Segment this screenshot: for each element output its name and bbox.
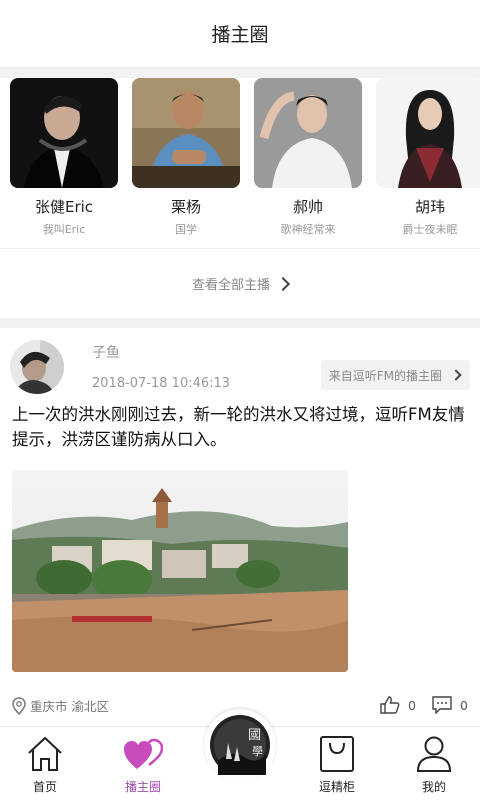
tab-label: 我的 bbox=[421, 780, 446, 794]
hosts-carousel[interactable]: 张健Eric 我叫Eric 栗杨 国学 郝帅 歌神经常来 胡玮 爵士夜未眠 bbox=[0, 78, 480, 238]
host-desc: 歌神经常来 bbox=[280, 223, 336, 236]
tab-profile[interactable]: 我的 bbox=[394, 727, 474, 800]
divider bbox=[0, 318, 480, 328]
shopping-bag-icon bbox=[320, 736, 354, 772]
svg-text:學: 學 bbox=[252, 745, 263, 758]
host-photo bbox=[10, 78, 118, 188]
comment-count: 0 bbox=[460, 697, 468, 713]
author-name[interactable]: 子鱼 bbox=[92, 342, 120, 362]
post-text: 上一次的洪水刚刚过去，新一轮的洪水又将过境，逗听FM友情提示，洪涝区谨防病从口入… bbox=[12, 405, 465, 449]
tab-label: 首页 bbox=[32, 780, 57, 794]
hearts-icon bbox=[124, 738, 163, 769]
view-all-hosts-button[interactable]: 查看全部主播 bbox=[0, 248, 480, 318]
person-icon bbox=[416, 736, 452, 772]
tab-home[interactable]: 首页 bbox=[5, 727, 85, 800]
tab-shop[interactable]: 逗精柜 bbox=[297, 727, 377, 800]
home-icon bbox=[28, 736, 62, 771]
chevron-right-icon bbox=[450, 369, 462, 381]
host-desc: 爵士夜未眠 bbox=[402, 223, 458, 236]
source-label: 来自逗听FM的播主圈 bbox=[328, 368, 442, 383]
post-timestamp: 2018-07-18 10:46:13 bbox=[92, 376, 231, 391]
host-name: 胡玮 bbox=[414, 198, 445, 216]
host-desc: 我叫Eric bbox=[42, 223, 86, 236]
divider bbox=[0, 68, 480, 78]
chevron-right-icon bbox=[275, 276, 291, 291]
host-card[interactable]: 张健Eric 我叫Eric bbox=[10, 78, 118, 237]
bottom-tab-bar: 首页 播主圈 國 學 逗精柜 我的 bbox=[0, 709, 480, 800]
tab-host-circle[interactable]: 播主圈 bbox=[103, 727, 183, 800]
app-header: 播主圈 bbox=[0, 0, 480, 68]
thumbs-up-icon bbox=[380, 696, 400, 714]
post-image[interactable] bbox=[12, 470, 348, 672]
guoxue-logo-icon: 國 學 bbox=[210, 715, 270, 775]
comment-button[interactable]: 0 bbox=[432, 696, 468, 714]
tab-label: 播主圈 bbox=[124, 780, 161, 794]
location-label: 重庆市 渝北区 bbox=[30, 699, 109, 714]
host-photo bbox=[376, 78, 480, 188]
author-avatar[interactable] bbox=[10, 340, 64, 394]
view-all-label: 查看全部主播 bbox=[191, 278, 270, 293]
like-count: 0 bbox=[408, 697, 416, 713]
host-desc: 国学 bbox=[175, 223, 197, 236]
host-card[interactable]: 胡玮 爵士夜未眠 bbox=[376, 78, 480, 237]
host-photo bbox=[254, 78, 362, 188]
host-card[interactable]: 郝帅 歌神经常来 bbox=[254, 78, 362, 237]
post-source-button[interactable]: 来自逗听FM的播主圈 bbox=[320, 360, 470, 390]
host-name: 栗杨 bbox=[170, 198, 201, 216]
post-location[interactable]: 重庆市 渝北区 bbox=[12, 696, 109, 715]
host-name: 张健Eric bbox=[34, 198, 94, 216]
guoxue-center-button[interactable]: 國 學 bbox=[204, 709, 276, 781]
host-photo bbox=[132, 78, 240, 188]
like-button[interactable]: 0 bbox=[380, 696, 416, 714]
svg-text:國: 國 bbox=[248, 728, 261, 743]
host-name: 郝帅 bbox=[292, 198, 323, 216]
host-card[interactable]: 栗杨 国学 bbox=[132, 78, 240, 237]
location-pin-icon bbox=[12, 696, 26, 715]
tab-label: 逗精柜 bbox=[318, 780, 355, 794]
feed-post: 子鱼 2018-07-18 10:46:13 来自逗听FM的播主圈 上一次的洪水… bbox=[0, 328, 480, 726]
page-title: 播主圈 bbox=[211, 24, 269, 46]
comment-icon bbox=[432, 696, 452, 714]
